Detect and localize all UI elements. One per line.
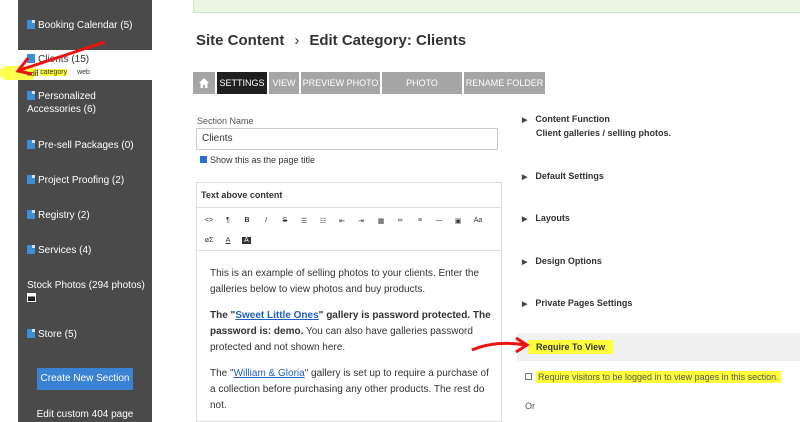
sidebar-item-services[interactable]: Services (4) bbox=[27, 244, 145, 257]
font-size-icon[interactable]: Aa bbox=[471, 217, 485, 224]
content-function-section[interactable]: ▶ Content Function bbox=[522, 114, 610, 124]
breadcrumb: Site Content › Edit Category: Clients bbox=[196, 32, 466, 49]
annotation-arrow bbox=[15, 40, 106, 76]
page-icon bbox=[27, 329, 35, 338]
sidebar-item-stock-photos[interactable]: Stock Photos (294 photos) bbox=[27, 279, 145, 292]
breadcrumb-separator: › bbox=[294, 32, 300, 49]
chevron-right-icon: ▶ bbox=[522, 301, 528, 308]
section-name-label: Section Name bbox=[197, 116, 254, 126]
page-icon bbox=[27, 210, 35, 219]
link-icon[interactable]: ∞ bbox=[393, 217, 407, 224]
edit-404-link[interactable]: Edit custom 404 page bbox=[18, 409, 152, 420]
chevron-right-icon: ▶ bbox=[522, 174, 528, 181]
sidebar-item-booking-calendar[interactable]: Booking Calendar (5) bbox=[27, 19, 145, 32]
tab-home[interactable] bbox=[193, 72, 215, 94]
tab-preview-photo[interactable]: PREVIEW PHOTO bbox=[301, 72, 380, 94]
or-text: Or bbox=[525, 401, 535, 411]
page-icon bbox=[27, 20, 35, 29]
require-login-checkbox[interactable] bbox=[525, 373, 532, 380]
paragraph-icon[interactable]: ¶ bbox=[221, 217, 235, 224]
default-settings-section[interactable]: ▶ Default Settings bbox=[522, 171, 604, 181]
editor-content[interactable]: This is an example of selling photos to … bbox=[210, 266, 495, 422]
sidebar-item-project-proofing[interactable]: Project Proofing (2) bbox=[27, 174, 145, 187]
design-options-section[interactable]: ▶ Design Options bbox=[522, 256, 602, 266]
chevron-right-icon: ▶ bbox=[522, 216, 528, 223]
app-root: Booking Calendar (5) Clients (15) edit c… bbox=[0, 0, 800, 422]
video-icon[interactable]: ▣ bbox=[451, 217, 465, 225]
require-login-label: Require visitors to be logged in to view… bbox=[536, 371, 781, 383]
layouts-section[interactable]: ▶ Layouts bbox=[522, 213, 570, 223]
require-to-view-label[interactable]: Require To View bbox=[528, 340, 614, 354]
private-pages-section[interactable]: ▶ Private Pages Settings bbox=[522, 298, 632, 308]
editor-toolbar: <> ¶ B I S ☰ ☷ ⇤ ⇥ ▦ ∞ ≡ — ▣ Aa øΣ A A bbox=[196, 207, 502, 251]
chevron-right-icon: ▶ bbox=[522, 117, 528, 124]
stock-photos-icon bbox=[27, 293, 36, 302]
sidebar-item-personalized-accessories[interactable]: Personalized Accessories (6) bbox=[27, 90, 145, 116]
code-icon[interactable]: <> bbox=[202, 217, 216, 224]
page-icon bbox=[27, 91, 35, 100]
breadcrumb-root[interactable]: Site Content bbox=[196, 32, 284, 49]
special-chars-icon[interactable]: øΣ bbox=[202, 237, 216, 244]
sweet-little-ones-link[interactable]: Sweet Little Ones bbox=[235, 310, 318, 321]
show-title-label: Show this as the page title bbox=[210, 155, 316, 165]
tab-rename-folder[interactable]: RENAME FOLDER bbox=[464, 72, 545, 94]
editor-title: Text above content bbox=[201, 190, 283, 200]
section-name-input[interactable]: Clients bbox=[196, 128, 498, 150]
william-gloria-link[interactable]: William & Gloria bbox=[234, 368, 305, 379]
page-icon bbox=[27, 140, 35, 149]
content-paragraph-2: The "Sweet Little Ones" gallery is passw… bbox=[210, 310, 491, 353]
bullet-list-icon[interactable]: ☰ bbox=[297, 217, 311, 225]
page-title: Edit Category: Clients bbox=[309, 32, 467, 49]
chevron-right-icon: ▶ bbox=[522, 259, 528, 266]
show-title-checkbox[interactable] bbox=[200, 156, 207, 163]
sidebar-item-pre-sell-packages[interactable]: Pre-sell Packages (0) bbox=[27, 139, 145, 152]
indent-icon[interactable]: ⇥ bbox=[354, 217, 368, 225]
sidebar-item-store[interactable]: Store (5) bbox=[27, 328, 145, 341]
home-icon bbox=[199, 78, 209, 88]
tab-photo-defaults[interactable]: PHOTO DEFAULTS bbox=[382, 72, 462, 110]
italic-icon[interactable]: I bbox=[259, 217, 273, 224]
outdent-icon[interactable]: ⇤ bbox=[335, 217, 349, 225]
create-new-section-button[interactable]: Create New Section bbox=[37, 368, 133, 390]
annotation-arrow bbox=[471, 336, 530, 354]
strikethrough-icon[interactable]: S bbox=[278, 217, 292, 224]
bold-icon[interactable]: B bbox=[240, 217, 254, 224]
align-icon[interactable]: ≡ bbox=[413, 217, 427, 224]
font-color-icon[interactable]: A bbox=[221, 237, 235, 244]
content-paragraph-1: This is an example of selling photos to … bbox=[210, 268, 480, 295]
tab-settings[interactable]: SETTINGS bbox=[217, 72, 267, 94]
status-banner bbox=[193, 0, 800, 13]
tab-view[interactable]: VIEW bbox=[269, 72, 299, 94]
background-color-icon[interactable]: A bbox=[242, 237, 251, 244]
sidebar-item-registry[interactable]: Registry (2) bbox=[27, 209, 145, 222]
numbered-list-icon[interactable]: ☷ bbox=[316, 217, 330, 225]
content-paragraph-3: The "William & Gloria" gallery is set up… bbox=[210, 368, 489, 411]
table-icon[interactable]: ▦ bbox=[374, 217, 388, 225]
horizontal-rule-icon[interactable]: — bbox=[432, 217, 446, 224]
page-icon bbox=[27, 175, 35, 184]
page-icon bbox=[27, 245, 35, 254]
content-function-value: Client galleries / selling photos. bbox=[536, 128, 672, 138]
